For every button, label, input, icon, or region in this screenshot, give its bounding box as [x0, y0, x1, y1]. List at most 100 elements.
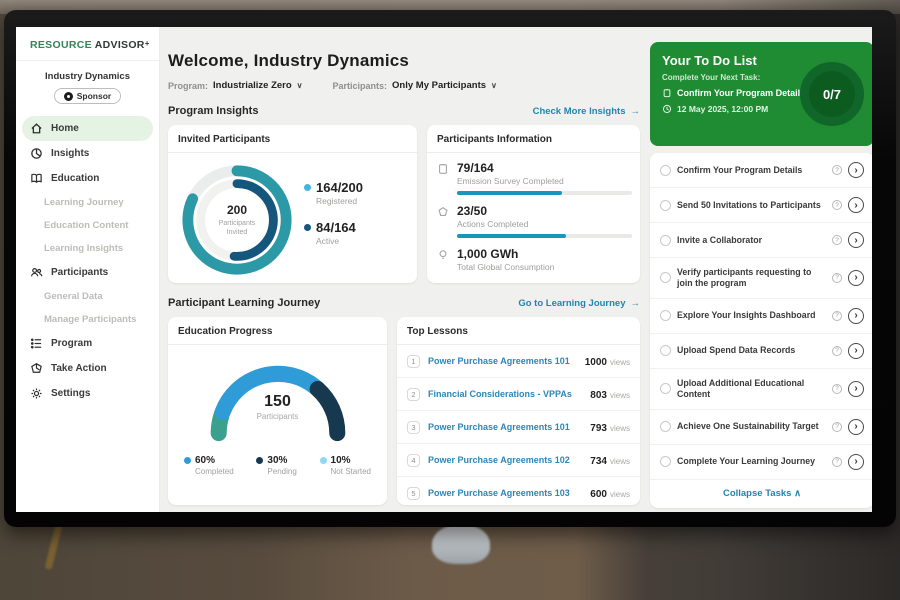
invited-donut-chart: 200 Participants Invited — [178, 161, 296, 279]
sidebar-item-program[interactable]: Program — [16, 331, 159, 356]
stat-value: 79/164 — [457, 161, 632, 175]
collapse-tasks-link[interactable]: Collapse Tasks ∧ — [650, 480, 872, 508]
sidebar-item-settings[interactable]: Settings — [16, 381, 159, 406]
legend-not-started: 10% Not Started — [320, 455, 371, 476]
sidebar-item-participants[interactable]: Participants — [16, 260, 159, 285]
arrow-right-icon: → — [631, 298, 641, 309]
task-checkbox[interactable] — [660, 165, 671, 176]
chevron-down-icon[interactable]: ∨ — [491, 81, 497, 90]
brand-logo[interactable]: RESOURCE ADVISOR+ — [16, 27, 159, 61]
sidebar-item-education[interactable]: Education — [16, 166, 159, 191]
legend-registered: 164/200 Registered — [304, 180, 363, 206]
lesson-rank: 4 — [407, 454, 420, 467]
sidebar-item-learning-insights[interactable]: Learning Insights — [16, 237, 159, 260]
invited-participants-card: Invited Participants 200 Partic — [168, 125, 417, 283]
legend-label: Completed — [195, 467, 234, 476]
program-filter: Program: Industrialize Zero ∨ — [168, 80, 303, 91]
task-label: Invite a Collaborator — [677, 235, 826, 246]
chevron-down-icon[interactable]: ∨ — [297, 81, 303, 90]
check-more-insights-link[interactable]: Check More Insights → — [533, 106, 640, 117]
program-filter-value[interactable]: Industrialize Zero — [213, 80, 292, 91]
lesson-link[interactable]: Power Purchase Agreements 101 — [428, 422, 582, 432]
task-row: Send 50 Invitations to Participants ? › — [650, 188, 872, 223]
go-to-learning-journey-link[interactable]: Go to Learning Journey → — [518, 298, 640, 309]
lesson-views: 793 — [590, 423, 607, 434]
task-row: Invite a Collaborator ? › — [650, 223, 872, 258]
task-checkbox[interactable] — [660, 421, 671, 432]
lesson-link[interactable]: Power Purchase Agreements 103 — [428, 488, 582, 498]
chevron-right-icon[interactable]: › — [848, 162, 864, 178]
clipboard-icon — [662, 88, 672, 98]
participants-icon — [30, 266, 43, 279]
lesson-row: 1 Power Purchase Agreements 101 1000view… — [397, 345, 640, 378]
sidebar-item-label: Program — [51, 338, 92, 349]
task-checkbox[interactable] — [660, 383, 671, 394]
question-icon[interactable]: ? — [832, 200, 842, 210]
sidebar-item-general-data[interactable]: General Data — [16, 285, 159, 308]
sidebar-item-home[interactable]: Home — [22, 116, 153, 141]
chevron-right-icon[interactable]: › — [848, 381, 864, 397]
task-checkbox[interactable] — [660, 345, 671, 356]
participants-filter: Participants: Only My Participants ∨ — [333, 80, 497, 91]
todo-header-card: Your To Do List Complete Your Next Task:… — [650, 42, 872, 146]
donut-center-value: 200 — [227, 203, 247, 217]
task-checkbox[interactable] — [660, 200, 671, 211]
card-title: Invited Participants — [168, 125, 417, 153]
chevron-right-icon[interactable]: › — [848, 308, 864, 324]
lesson-link[interactable]: Power Purchase Agreements 102 — [428, 455, 582, 465]
question-icon[interactable]: ? — [832, 311, 842, 321]
sidebar-item-education-content[interactable]: Education Content — [16, 214, 159, 237]
sidebar-item-take-action[interactable]: Take Action — [16, 356, 159, 381]
legend-value: 30% — [267, 455, 287, 466]
question-icon[interactable]: ? — [832, 422, 842, 432]
lesson-rank: 5 — [407, 487, 420, 500]
task-row: Confirm Your Program Details ? › — [650, 153, 872, 188]
arrow-right-icon: → — [631, 106, 641, 117]
task-label: Send 50 Invitations to Participants — [677, 200, 826, 211]
task-checkbox[interactable] — [660, 456, 671, 467]
sidebar-item-manage-participants[interactable]: Manage Participants — [16, 308, 159, 331]
chevron-right-icon[interactable]: › — [848, 232, 864, 248]
sidebar-item-learning-journey[interactable]: Learning Journey — [16, 191, 159, 214]
chevron-right-icon[interactable]: › — [848, 419, 864, 435]
lightbulb-icon — [437, 249, 449, 261]
chevron-right-icon[interactable]: › — [848, 270, 864, 286]
card-title: Education Progress — [168, 317, 387, 345]
card-title: Top Lessons — [397, 317, 640, 345]
question-icon[interactable]: ? — [832, 384, 842, 394]
sidebar-item-insights[interactable]: Insights — [16, 141, 159, 166]
participants-filter-value[interactable]: Only My Participants — [392, 80, 486, 91]
gauge-center-label: Participants — [203, 412, 353, 421]
chevron-right-icon[interactable]: › — [848, 197, 864, 213]
stat-actions: 23/50 Actions Completed — [437, 204, 630, 238]
education-gauge-chart: 150 Participants — [203, 359, 353, 443]
chevron-right-icon[interactable]: › — [848, 454, 864, 470]
dashboard-screen: RESOURCE ADVISOR+ Industry Dynamics Spon… — [16, 27, 872, 512]
sponsor-badge[interactable]: Sponsor — [54, 88, 121, 104]
legend-dot — [304, 184, 311, 191]
lesson-link[interactable]: Power Purchase Agreements 101 — [428, 356, 577, 366]
lesson-views: 1000 — [585, 357, 607, 368]
chevron-right-icon[interactable]: › — [848, 343, 864, 359]
task-checkbox[interactable] — [660, 310, 671, 321]
task-checkbox[interactable] — [660, 272, 671, 283]
stat-label: Actions Completed — [457, 219, 632, 229]
question-icon[interactable]: ? — [832, 165, 842, 175]
filters-row: Program: Industrialize Zero ∨ Participan… — [168, 80, 640, 91]
question-icon[interactable]: ? — [832, 273, 842, 283]
sidebar-item-label: Settings — [51, 388, 90, 399]
question-icon[interactable]: ? — [832, 235, 842, 245]
stat-label: Total Global Consumption — [457, 262, 630, 272]
legend-label: Pending — [267, 467, 296, 476]
question-icon[interactable]: ? — [832, 346, 842, 356]
todo-due-date: 12 May 2025, 12:00 PM — [677, 104, 768, 114]
todo-progress-value: 0/7 — [823, 87, 841, 102]
lesson-link[interactable]: Financial Considerations - VPPAs — [428, 389, 582, 399]
lesson-row: 2 Financial Considerations - VPPAs 803vi… — [397, 378, 640, 411]
task-label: Upload Spend Data Records — [677, 345, 826, 356]
question-icon[interactable]: ? — [832, 457, 842, 467]
todo-column: Your To Do List Complete Your Next Task:… — [650, 27, 872, 512]
task-checkbox[interactable] — [660, 235, 671, 246]
legend-dot — [256, 457, 263, 464]
task-label: Verify participants requesting to join t… — [677, 267, 826, 289]
